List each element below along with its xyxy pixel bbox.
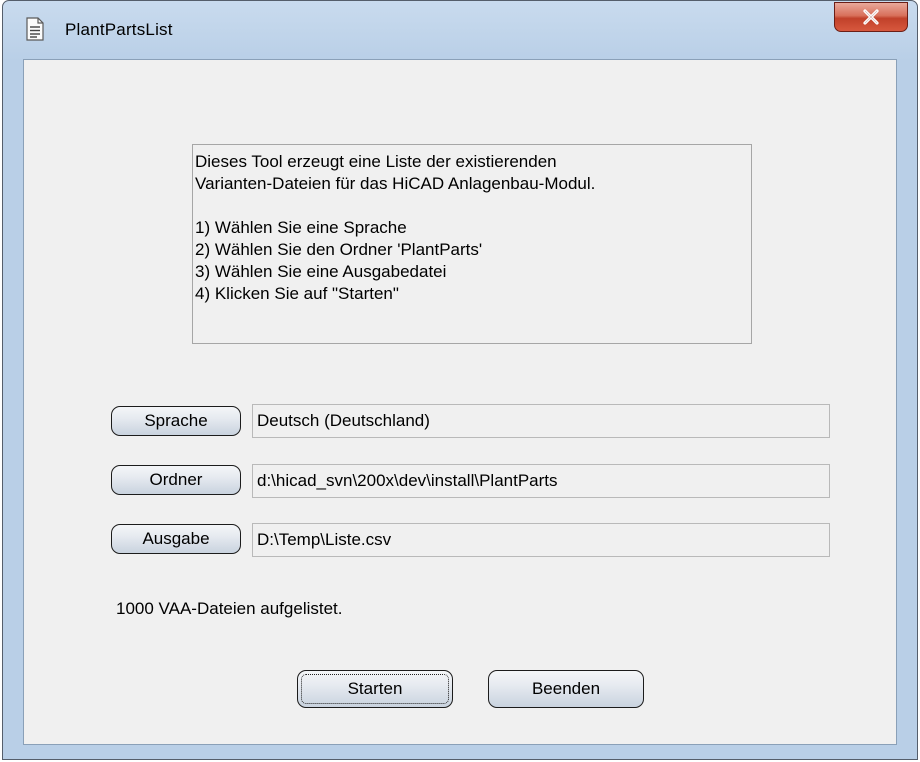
close-button[interactable] (834, 2, 908, 32)
dialog-client-area: Dieses Tool erzeugt eine Liste der exist… (23, 59, 897, 745)
info-line: 3) Wählen Sie eine Ausgabedatei (195, 262, 447, 281)
info-line: Varianten-Dateien für das HiCAD Anlagenb… (195, 174, 596, 193)
ordner-button[interactable]: Ordner (111, 465, 241, 495)
info-line (195, 195, 749, 217)
document-icon (26, 17, 44, 41)
exit-button[interactable]: Beenden (488, 670, 644, 708)
ausgabe-field[interactable] (252, 523, 830, 557)
info-line: 2) Wählen Sie den Ordner 'PlantParts' (195, 240, 483, 259)
close-icon (863, 9, 879, 25)
info-text-box: Dieses Tool erzeugt eine Liste der exist… (192, 144, 752, 344)
title-bar[interactable]: PlantPartsList (3, 1, 917, 59)
window-title: PlantPartsList (65, 20, 173, 39)
ordner-field[interactable] (252, 464, 830, 498)
info-line: 1) Wählen Sie eine Sprache (195, 218, 407, 237)
sprache-button[interactable]: Sprache (111, 406, 241, 436)
info-line: Dieses Tool erzeugt eine Liste der exist… (195, 152, 557, 171)
status-text: 1000 VAA-Dateien aufgelistet. (116, 599, 343, 618)
sprache-field[interactable] (252, 404, 830, 438)
start-button[interactable]: Starten (297, 670, 453, 708)
info-line: 4) Klicken Sie auf "Starten" (195, 284, 399, 303)
ausgabe-button[interactable]: Ausgabe (111, 524, 241, 554)
dialog-window: PlantPartsList Dieses Tool erzeugt eine … (2, 0, 918, 760)
